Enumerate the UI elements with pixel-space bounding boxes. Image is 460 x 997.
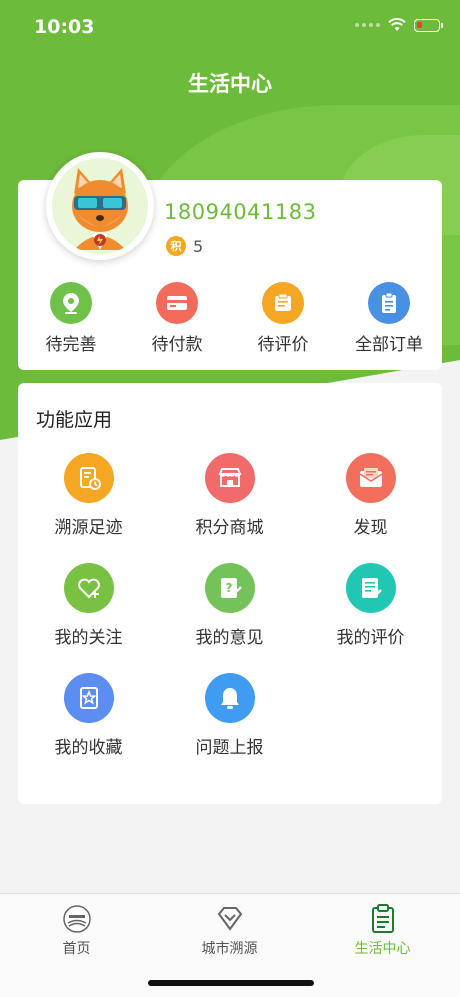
func-report-issue[interactable]: 问题上报 bbox=[159, 673, 300, 758]
signal-icon bbox=[355, 23, 380, 27]
order-label: 待完善 bbox=[45, 335, 97, 355]
func-label: 发现 bbox=[353, 518, 388, 538]
card-icon bbox=[156, 282, 198, 324]
func-my-follows[interactable]: 我的关注 bbox=[18, 563, 159, 648]
functions-title: 功能应用 bbox=[36, 409, 113, 431]
envelope-icon bbox=[345, 453, 396, 503]
func-my-reviews[interactable]: 我的评价 bbox=[300, 563, 441, 648]
func-my-favorites[interactable]: 我的收藏 bbox=[18, 673, 159, 758]
order-label: 全部订单 bbox=[355, 335, 423, 355]
review-icon bbox=[262, 282, 304, 324]
user-phone: 18094041183 bbox=[164, 200, 317, 224]
diamond-icon bbox=[217, 907, 242, 931]
page-title: 生活中心 bbox=[188, 72, 272, 96]
heart-plus-icon bbox=[63, 563, 114, 613]
points-value: 5 bbox=[193, 236, 204, 256]
status-time: 10:03 bbox=[34, 16, 95, 38]
points-display[interactable]: 积 5 bbox=[166, 236, 203, 256]
trace-footprint-icon bbox=[63, 453, 114, 503]
func-discover[interactable]: 发现 bbox=[300, 453, 441, 538]
store-icon bbox=[204, 453, 255, 503]
func-label: 积分商城 bbox=[195, 518, 264, 538]
func-label: 问题上报 bbox=[195, 738, 264, 758]
battery-icon bbox=[414, 18, 443, 32]
tab-label: 首页 bbox=[62, 941, 91, 957]
status-bar: 10:03 bbox=[0, 0, 460, 56]
order-pending-complete[interactable]: 待完善 bbox=[18, 282, 124, 362]
func-label: 我的意见 bbox=[195, 628, 264, 648]
tab-label: 城市溯源 bbox=[201, 941, 258, 957]
func-points-mall[interactable]: 积分商城 bbox=[159, 453, 300, 538]
svg-text:?: ? bbox=[225, 581, 232, 595]
tab-label: 生活中心 bbox=[354, 941, 411, 957]
location-pin-icon bbox=[50, 282, 92, 324]
clipboard-icon bbox=[368, 282, 410, 324]
clipboard-list-icon bbox=[371, 904, 394, 933]
note-icon bbox=[345, 563, 396, 613]
func-label: 溯源足迹 bbox=[54, 518, 123, 538]
func-label: 我的关注 bbox=[54, 628, 123, 648]
wifi-icon bbox=[388, 18, 406, 31]
tab-city-trace[interactable]: 城市溯源 bbox=[153, 904, 306, 958]
feedback-icon: ? bbox=[204, 563, 255, 613]
order-pending-review[interactable]: 待评价 bbox=[230, 282, 336, 362]
order-label: 待付款 bbox=[151, 335, 203, 355]
avatar[interactable] bbox=[46, 152, 154, 260]
bell-icon bbox=[204, 673, 255, 723]
func-my-feedback[interactable]: ? 我的意见 bbox=[159, 563, 300, 648]
home-logo-icon bbox=[62, 905, 91, 933]
home-indicator bbox=[148, 980, 314, 986]
tab-life-center[interactable]: 生活中心 bbox=[306, 904, 459, 958]
points-icon: 积 bbox=[166, 236, 186, 256]
func-label: 我的收藏 bbox=[54, 738, 123, 758]
functions-card: 功能应用 溯源足迹 积分商城 发现 我的关注 ? 我的意见 我的评价 我的收藏 … bbox=[18, 383, 442, 804]
order-shortcuts: 待完善 待付款 待评价 全部订单 bbox=[18, 282, 442, 362]
func-trace-footprint[interactable]: 溯源足迹 bbox=[18, 453, 159, 538]
order-pending-payment[interactable]: 待付款 bbox=[124, 282, 230, 362]
order-label: 待评价 bbox=[257, 335, 309, 355]
order-all[interactable]: 全部订单 bbox=[336, 282, 442, 362]
shiba-avatar-icon bbox=[72, 168, 128, 250]
func-label: 我的评价 bbox=[336, 628, 405, 648]
tab-home[interactable]: 首页 bbox=[0, 904, 153, 958]
star-bookmark-icon bbox=[63, 673, 114, 723]
